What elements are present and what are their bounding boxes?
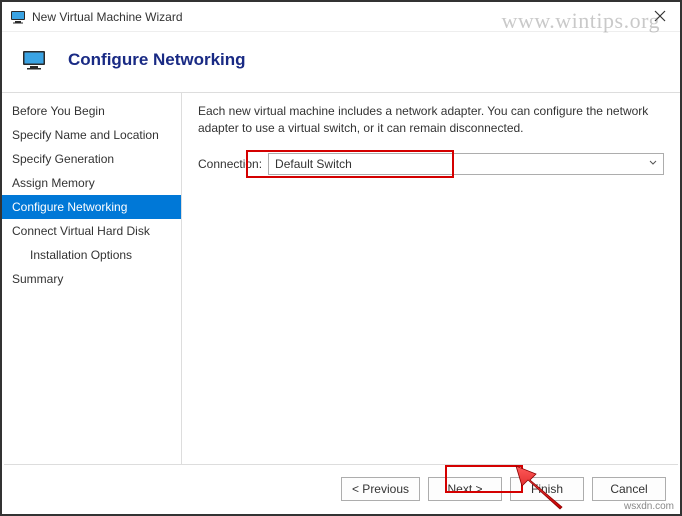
wizard-sidebar: Before You Begin Specify Name and Locati… bbox=[2, 93, 182, 465]
sidebar-item-before-you-begin[interactable]: Before You Begin bbox=[2, 99, 181, 123]
cancel-button[interactable]: Cancel bbox=[592, 477, 666, 501]
wizard-window: New Virtual Machine Wizard www.wintips.o… bbox=[0, 0, 682, 516]
connection-row: Connection: Default Switch bbox=[198, 153, 664, 175]
window-title: New Virtual Machine Wizard bbox=[32, 10, 183, 24]
connection-selected-value: Default Switch bbox=[275, 157, 352, 171]
chevron-down-icon bbox=[649, 154, 657, 174]
content-area: Before You Begin Specify Name and Locati… bbox=[2, 93, 680, 465]
wizard-footer: < Previous Next > Finish Cancel bbox=[4, 464, 678, 512]
finish-button[interactable]: Finish bbox=[510, 477, 584, 501]
page-title: Configure Networking bbox=[68, 50, 246, 70]
titlebar: New Virtual Machine Wizard bbox=[2, 2, 680, 32]
source-label: wsxdn.com bbox=[624, 501, 674, 512]
connection-label: Connection: bbox=[198, 157, 262, 171]
sidebar-item-summary[interactable]: Summary bbox=[2, 267, 181, 291]
sidebar-item-installation-options[interactable]: Installation Options bbox=[2, 243, 181, 267]
sidebar-item-assign-memory[interactable]: Assign Memory bbox=[2, 171, 181, 195]
sidebar-item-specify-generation[interactable]: Specify Generation bbox=[2, 147, 181, 171]
connection-select-wrap: Default Switch bbox=[268, 153, 664, 175]
description-text: Each new virtual machine includes a netw… bbox=[198, 103, 664, 137]
next-button[interactable]: Next > bbox=[428, 477, 502, 501]
connection-select[interactable]: Default Switch bbox=[268, 153, 664, 175]
main-panel: Each new virtual machine includes a netw… bbox=[182, 93, 680, 465]
sidebar-item-configure-networking[interactable]: Configure Networking bbox=[2, 195, 181, 219]
sidebar-item-specify-name[interactable]: Specify Name and Location bbox=[2, 123, 181, 147]
vm-icon bbox=[10, 9, 26, 25]
sidebar-item-connect-vhd[interactable]: Connect Virtual Hard Disk bbox=[2, 219, 181, 243]
previous-button[interactable]: < Previous bbox=[341, 477, 420, 501]
wizard-header: Configure Networking bbox=[2, 32, 680, 93]
header-vm-icon bbox=[22, 48, 46, 72]
close-button[interactable] bbox=[644, 4, 676, 28]
